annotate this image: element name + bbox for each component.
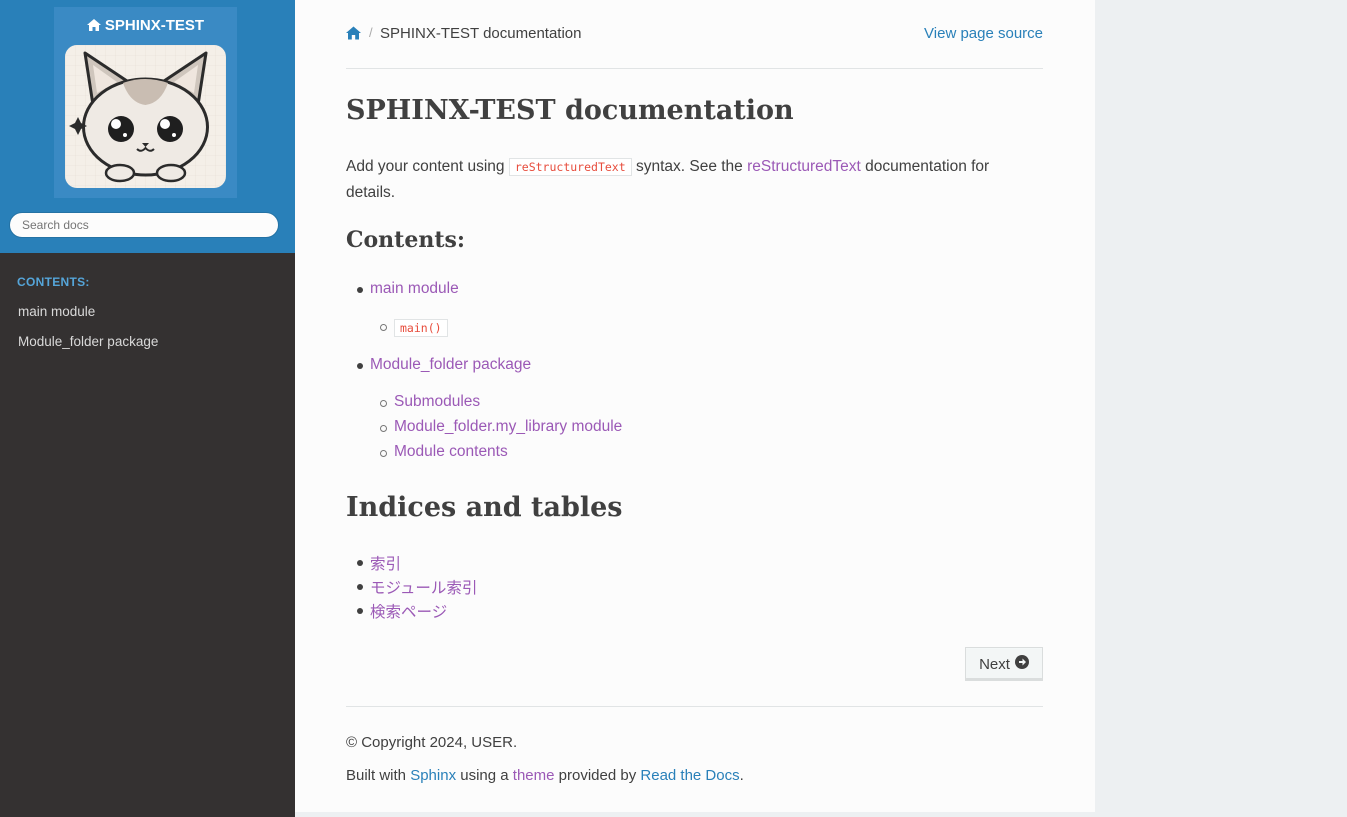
page-title: SPHINX-TEST documentation xyxy=(346,95,794,126)
copyright: © Copyright 2024, USER. xyxy=(346,734,518,751)
sidebar-item-main-module[interactable]: main module xyxy=(18,304,95,319)
main-func-code: main() xyxy=(394,319,448,337)
built-with: Built with Sphinx using a theme provided… xyxy=(346,767,744,784)
theme-link[interactable]: theme xyxy=(513,767,555,784)
bullet xyxy=(357,608,363,614)
intro-text: syntax. See the xyxy=(631,158,748,175)
contents-heading: Contents: xyxy=(346,227,466,253)
toc-my-library[interactable]: Module_folder.my_library module xyxy=(394,418,622,436)
next-button[interactable]: Next xyxy=(965,647,1043,681)
circle-arrow-right-icon xyxy=(1014,655,1029,673)
sidebar: SPHINX-TEST Search docs CONTENTS: main m… xyxy=(0,0,295,817)
footer-divider xyxy=(346,706,1043,707)
project-title[interactable]: SPHINX-TEST xyxy=(54,17,237,34)
view-source-link[interactable]: View page source xyxy=(924,25,1043,42)
home-icon[interactable] xyxy=(346,26,361,40)
sidebar-item-module-folder-package[interactable]: Module_folder package xyxy=(18,334,158,349)
toc-main-module[interactable]: main module xyxy=(370,280,459,298)
footer-text: provided by xyxy=(554,767,641,784)
bullet xyxy=(380,400,387,407)
footer-text: . xyxy=(739,767,744,784)
sidebar-header: SPHINX-TEST xyxy=(0,0,295,253)
intro-text: Add your content using xyxy=(346,158,509,175)
bullet xyxy=(380,425,387,432)
intro-text: details. xyxy=(346,184,396,201)
toc-main-function[interactable]: main() xyxy=(394,319,448,337)
breadcrumb-divider xyxy=(346,68,1043,69)
rtd-link[interactable]: Read the Docs xyxy=(640,767,739,784)
bullet xyxy=(380,324,387,331)
next-label: Next xyxy=(979,655,1010,673)
project-logo[interactable] xyxy=(65,45,226,188)
bullet xyxy=(380,450,387,457)
footer-text: using a xyxy=(456,767,513,784)
toc-module-contents[interactable]: Module contents xyxy=(394,443,508,461)
bullet xyxy=(357,363,363,369)
search-page-link[interactable]: 検索ページ xyxy=(370,600,447,622)
genindex-link[interactable]: 索引 xyxy=(370,552,401,574)
modindex-link[interactable]: モジュール索引 xyxy=(370,576,477,598)
bullet xyxy=(357,560,363,566)
breadcrumb-separator: / xyxy=(369,25,373,40)
footer-text: Built with xyxy=(346,767,411,784)
bullet xyxy=(357,584,363,590)
indices-heading: Indices and tables xyxy=(346,492,623,523)
home-icon xyxy=(86,18,101,31)
project-title-text: SPHINX-TEST xyxy=(104,17,205,34)
project-home-link[interactable]: SPHINX-TEST xyxy=(54,7,237,198)
toc-submodules[interactable]: Submodules xyxy=(394,393,480,411)
inline-code: reStructuredText xyxy=(508,158,632,176)
sphinx-link[interactable]: Sphinx xyxy=(410,767,456,784)
breadcrumb: / SPHINX-TEST documentation View page so… xyxy=(346,24,1043,44)
rst-link[interactable]: reStructuredText xyxy=(747,158,861,175)
cat-logo xyxy=(65,45,226,188)
toc-caption: CONTENTS: xyxy=(17,275,90,289)
bullet xyxy=(357,287,363,293)
intro-text: documentation for xyxy=(860,158,990,175)
content-area: / SPHINX-TEST documentation View page so… xyxy=(295,0,1095,812)
search-input[interactable] xyxy=(9,212,279,238)
breadcrumb-current: SPHINX-TEST documentation xyxy=(380,25,582,42)
toc-module-folder-package[interactable]: Module_folder package xyxy=(370,356,531,374)
intro-paragraph: Add your content using reStructuredText … xyxy=(346,154,1043,206)
